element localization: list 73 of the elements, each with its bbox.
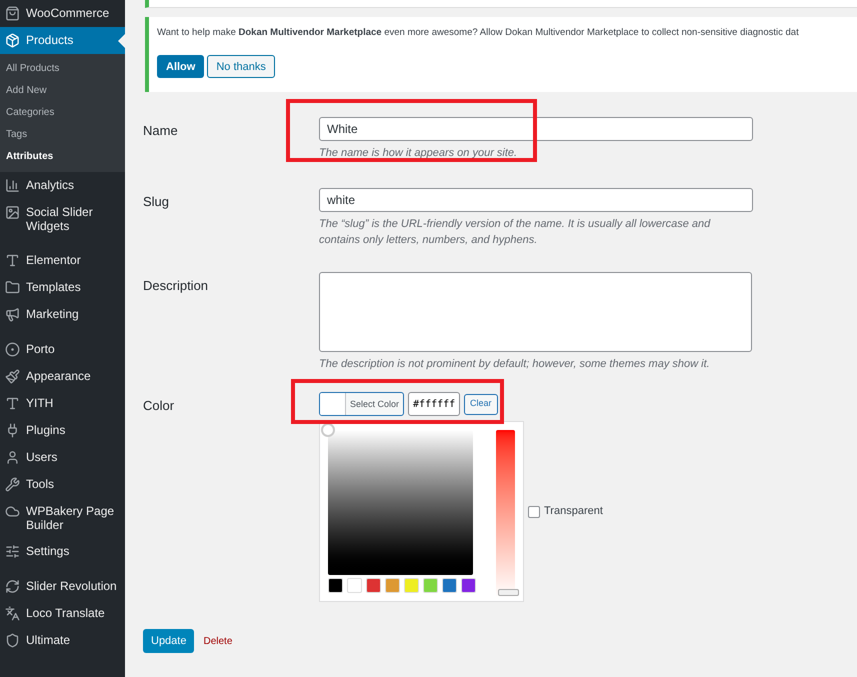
submenu-item[interactable]: Tags bbox=[0, 124, 125, 146]
menu-item[interactable]: Appearance bbox=[0, 363, 125, 390]
field-label: Name bbox=[143, 122, 179, 140]
field-label: Description bbox=[143, 277, 210, 295]
menu-icon bbox=[5, 477, 20, 492]
menu-item[interactable]: Social Slider Widgets bbox=[0, 199, 125, 239]
menu-item[interactable]: YITH bbox=[0, 390, 125, 417]
menu-item[interactable]: Tools bbox=[0, 471, 125, 498]
color-swatch[interactable] bbox=[461, 578, 476, 593]
field-hint: The description is not prominent by default; however, some themes may show it. bbox=[319, 357, 711, 372]
menu-item[interactable]: Elementor bbox=[0, 247, 125, 274]
submenu-item[interactable]: Add New bbox=[0, 80, 125, 102]
field-hint: The “slug” is the URL-friendly version of the name. It is usually all lowercase and contains only letters, numbers, and hyphens. bbox=[319, 217, 712, 248]
menu-item[interactable]: Porto bbox=[0, 336, 125, 363]
hex-input[interactable]: #ffffff bbox=[408, 392, 460, 416]
color-swatch[interactable] bbox=[404, 578, 419, 593]
menu-icon bbox=[5, 504, 20, 519]
clear-button[interactable]: Clear bbox=[464, 394, 498, 414]
menu-icon bbox=[5, 280, 20, 295]
menu-icon bbox=[5, 633, 20, 648]
menu-item[interactable]: Ultimate bbox=[0, 627, 125, 654]
menu-icon bbox=[5, 396, 20, 411]
menu-icon bbox=[5, 342, 20, 357]
menu-item[interactable]: Marketing bbox=[0, 301, 125, 328]
submenu-item[interactable]: Categories bbox=[0, 102, 125, 124]
color-swatch[interactable] bbox=[442, 578, 457, 593]
menu-item[interactable]: Loco Translate bbox=[0, 600, 125, 627]
menu-icon bbox=[5, 6, 20, 21]
menu-item[interactable]: Analytics bbox=[0, 172, 125, 199]
menu-item[interactable]: WooCommerce bbox=[0, 0, 125, 27]
menu-icon bbox=[5, 33, 20, 48]
allow-button[interactable]: Allow bbox=[157, 55, 204, 78]
field-label: Color bbox=[143, 397, 176, 415]
menu-icon bbox=[5, 205, 20, 220]
color-swatch[interactable] bbox=[347, 578, 362, 593]
description-textarea[interactable] bbox=[319, 272, 752, 352]
menu-item[interactable]: Templates bbox=[0, 274, 125, 301]
update-button[interactable]: Update bbox=[143, 629, 194, 653]
menu-item[interactable]: Plugins bbox=[0, 417, 125, 444]
menu-icon bbox=[5, 253, 20, 268]
select-color-button[interactable]: Select Color bbox=[319, 392, 404, 416]
menu-icon bbox=[5, 544, 20, 559]
menu-icon bbox=[5, 423, 20, 438]
saturation-square[interactable] bbox=[328, 430, 473, 575]
menu-item[interactable]: Products bbox=[0, 27, 125, 54]
notice-text: Want to help make Dokan Multivendor Marketplace even more awesome? Allow Dokan Multivendor Marketplace to collect non-sensitive diagnostic dat bbox=[157, 26, 800, 40]
menu-item[interactable]: Users bbox=[0, 444, 125, 471]
decline-button[interactable]: No thanks bbox=[207, 55, 275, 78]
slug-input[interactable]: white bbox=[319, 188, 753, 212]
menu-icon bbox=[5, 450, 20, 465]
color-swatch[interactable] bbox=[328, 578, 343, 593]
submenu-item[interactable]: All Products bbox=[0, 58, 125, 80]
field-hint: The name is how it appears on your site. bbox=[319, 146, 518, 161]
color-swatch[interactable] bbox=[366, 578, 381, 593]
field-label: Slug bbox=[143, 193, 170, 211]
menu-item[interactable]: Settings bbox=[0, 538, 125, 565]
menu-icon bbox=[5, 307, 20, 322]
menu-icon bbox=[5, 369, 20, 384]
menu-item[interactable]: WPBakery Page Builder bbox=[0, 498, 125, 538]
menu-icon bbox=[5, 178, 20, 193]
color-preview bbox=[320, 393, 346, 415]
slider-thumb[interactable] bbox=[498, 589, 519, 596]
transparent-checkbox[interactable] bbox=[528, 506, 540, 518]
transparent-label: Transparent bbox=[544, 504, 603, 520]
delete-link[interactable]: Delete bbox=[203, 634, 232, 648]
menu-icon bbox=[5, 579, 20, 594]
color-swatch[interactable] bbox=[423, 578, 438, 593]
submenu-item[interactable]: Attributes bbox=[0, 146, 125, 168]
menu-icon bbox=[5, 606, 20, 621]
color-swatch[interactable] bbox=[385, 578, 400, 593]
menu-item[interactable]: Slider Revolution bbox=[0, 573, 125, 600]
name-input[interactable]: White bbox=[319, 117, 753, 141]
picker-handle-icon[interactable] bbox=[321, 423, 335, 437]
